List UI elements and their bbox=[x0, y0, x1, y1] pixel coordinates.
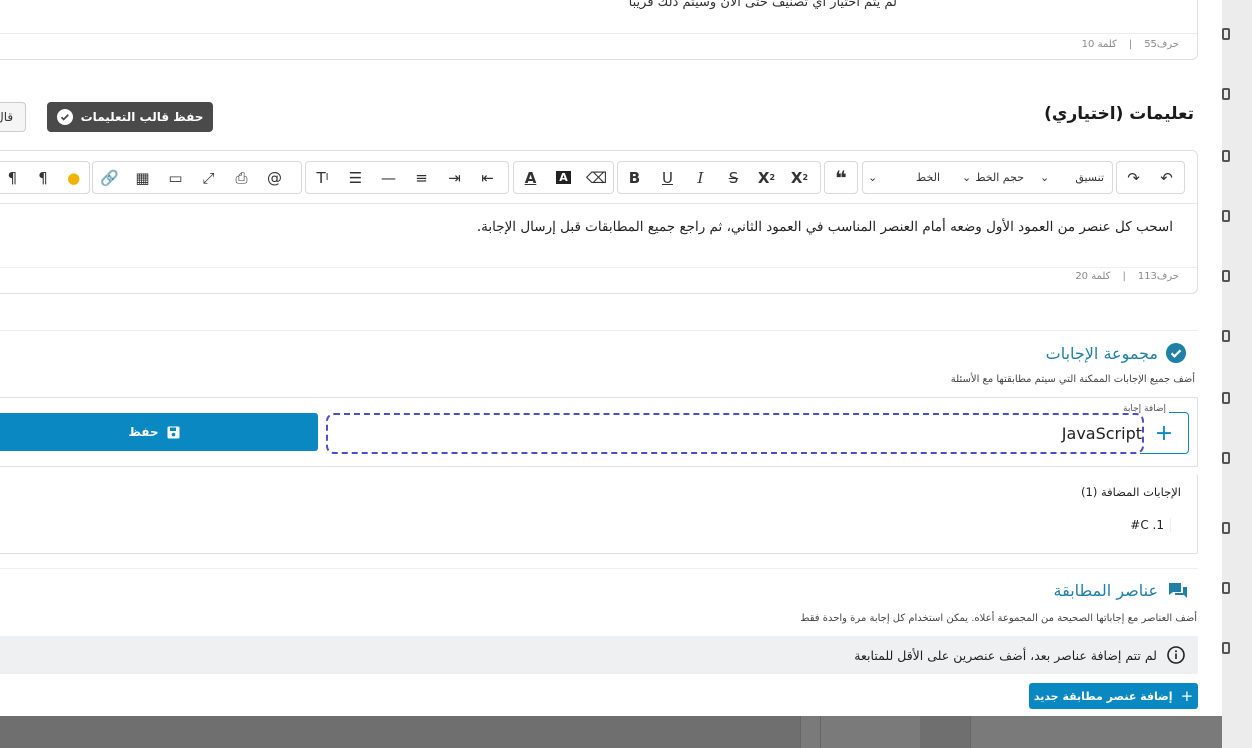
font-size-select-label: حجم الخط bbox=[975, 171, 1024, 184]
strikethrough-icon[interactable]: S bbox=[717, 162, 750, 193]
background-icon bbox=[1222, 270, 1230, 282]
font-select-label: الخط bbox=[916, 171, 940, 184]
background-icon bbox=[1222, 28, 1230, 40]
background-icon bbox=[1222, 88, 1230, 100]
save-template-label: حفظ قالب التعليمات bbox=[80, 110, 204, 124]
save-answer-label: حفظ bbox=[128, 425, 159, 439]
emoji-icon[interactable]: ● bbox=[58, 162, 89, 193]
superscript-icon[interactable]: X2 bbox=[783, 162, 816, 193]
numbered-list-icon[interactable]: ☰ bbox=[339, 162, 372, 193]
add-matching-item-label: إضافة عنصر مطابقة جديد bbox=[1033, 689, 1173, 703]
background-icon bbox=[1222, 392, 1230, 404]
check-circle-icon bbox=[1166, 343, 1186, 363]
save-answer-button[interactable]: حفظ bbox=[0, 413, 318, 451]
save-icon bbox=[167, 426, 180, 439]
add-matching-item-button[interactable]: + إضافة عنصر مطابقة جديد bbox=[1029, 683, 1198, 709]
format-selects: تنسيق ⌄ حجم الخط ⌄ الخط ⌄ bbox=[862, 161, 1113, 194]
background-color-icon[interactable]: A bbox=[547, 162, 580, 193]
instructions-body[interactable]: اسحب كل عنصر من العمود الأول وضعه أمام ا… bbox=[477, 219, 1173, 235]
direction-group: ¶ ¶ ● bbox=[0, 161, 90, 194]
background-icon bbox=[1222, 330, 1230, 342]
font-color-icon[interactable]: A bbox=[514, 162, 547, 193]
top-editor-text: لم يتم اختيار أي تصنيف حتى الآن وسيتم ذل… bbox=[628, 0, 897, 10]
bold-icon[interactable]: B bbox=[618, 162, 651, 193]
info-icon bbox=[1167, 646, 1185, 664]
insert-group: 🔗 ▦ ▭ ⤢ ⎙ @ bbox=[92, 161, 302, 194]
word-count: كلمة 10 bbox=[1081, 39, 1117, 50]
answer-input[interactable]: JavaScript bbox=[326, 413, 1144, 454]
quote-group: ❝ bbox=[824, 161, 858, 194]
italic-icon[interactable]: I bbox=[684, 162, 717, 193]
chevron-down-icon: ⌄ bbox=[962, 171, 972, 184]
background-icon bbox=[1222, 150, 1230, 162]
background-icon bbox=[1222, 642, 1230, 654]
matching-header: عناصر المطابقة bbox=[1054, 581, 1188, 600]
color-group: A A ⌫ bbox=[513, 161, 614, 194]
template-icon[interactable]: ▭ bbox=[159, 162, 192, 193]
format-select-label: تنسيق bbox=[1075, 171, 1104, 184]
format-select[interactable]: تنسيق ⌄ bbox=[1040, 171, 1104, 184]
history-group: ↷ ↶ bbox=[1116, 161, 1185, 194]
blockquote-icon[interactable]: ❝ bbox=[825, 162, 857, 193]
answers-title: مجموعة الإجابات bbox=[1045, 343, 1158, 363]
modal-dialog: لم يتم اختيار أي تصنيف حتى الآن وسيتم ذل… bbox=[0, 0, 1222, 716]
rtl-icon[interactable]: ¶ bbox=[0, 162, 28, 193]
templates-label: قال bbox=[0, 110, 14, 124]
empty-matching-message: لم تتم إضافة عناصر بعد، أضف عنصرين على ا… bbox=[854, 647, 1157, 663]
matching-title: عناصر المطابقة bbox=[1053, 581, 1158, 600]
background-icon bbox=[1222, 210, 1230, 222]
added-answer-item[interactable]: 1. C# bbox=[1130, 518, 1171, 532]
background-table-strip bbox=[0, 716, 1222, 748]
empty-matching-alert: لم تتم إضافة عناصر بعد، أضف عنصرين على ا… bbox=[0, 636, 1198, 674]
table-icon[interactable]: ▦ bbox=[126, 162, 159, 193]
paragraph-group: TI ☰ — ≡ ⇥ ⇤ bbox=[305, 161, 509, 194]
print-icon[interactable]: ⎙ bbox=[225, 162, 258, 193]
added-answers-title: الإجابات المضافة (1) bbox=[1080, 485, 1181, 499]
indent-icon[interactable]: ⇥ bbox=[438, 162, 471, 193]
redo-icon[interactable]: ↷ bbox=[1117, 162, 1150, 193]
char-count: حرف55 bbox=[1144, 39, 1179, 50]
added-answers-panel: الإجابات المضافة (1) 1. C# bbox=[0, 474, 1198, 554]
fullscreen-icon[interactable]: ⤢ bbox=[192, 162, 225, 193]
chevron-down-icon: ⌄ bbox=[1040, 171, 1050, 184]
word-count: كلمة 20 bbox=[1075, 271, 1111, 282]
background-icon bbox=[1222, 452, 1230, 464]
instructions-title: تعليمات (اختياري) bbox=[1044, 104, 1194, 124]
text-style-group: B U I S X2 X2 bbox=[617, 161, 821, 194]
background-panel-right bbox=[1222, 0, 1252, 748]
undo-icon[interactable]: ↶ bbox=[1150, 162, 1183, 193]
top-editor: لم يتم اختيار أي تصنيف حتى الآن وسيتم ذل… bbox=[0, 0, 1198, 60]
background-icon bbox=[1222, 522, 1230, 534]
answers-subtitle: أضف جميع الإجابات الممكنة التي سيتم مطاب… bbox=[950, 374, 1195, 385]
top-editor-counter: حرف55 | كلمة 10 bbox=[1082, 39, 1179, 50]
font-size-icon[interactable]: TI bbox=[306, 162, 339, 193]
counter-separator: | bbox=[1122, 271, 1126, 282]
plus-icon: + bbox=[1180, 687, 1194, 705]
char-count: حرف113 bbox=[1137, 271, 1179, 282]
save-template-button[interactable]: حفظ قالب التعليمات bbox=[47, 102, 213, 132]
check-circle-icon bbox=[56, 109, 73, 125]
add-answer-icon[interactable]: + bbox=[1140, 412, 1189, 454]
subscript-icon[interactable]: X2 bbox=[750, 162, 783, 193]
templates-button[interactable]: قال bbox=[0, 102, 26, 132]
align-icon[interactable]: ≡ bbox=[405, 162, 438, 193]
eraser-icon[interactable]: ⌫ bbox=[580, 162, 613, 193]
mention-icon[interactable]: @ bbox=[258, 162, 291, 193]
outdent-icon[interactable]: ⇤ bbox=[471, 162, 504, 193]
link-icon[interactable]: 🔗 bbox=[93, 162, 126, 193]
chevron-down-icon: ⌄ bbox=[868, 171, 878, 184]
chat-icon bbox=[1168, 582, 1188, 600]
font-select[interactable]: الخط ⌄ bbox=[868, 171, 940, 184]
font-size-select[interactable]: حجم الخط ⌄ bbox=[962, 171, 1024, 184]
underline-icon[interactable]: U bbox=[651, 162, 684, 193]
answers-header: مجموعة الإجابات bbox=[1046, 343, 1186, 363]
matching-subtitle: أضف العناصر مع إجاباتها الصحيحة من المجم… bbox=[800, 613, 1197, 624]
ltr-icon[interactable]: ¶ bbox=[28, 162, 59, 193]
background-icon bbox=[1222, 582, 1230, 594]
instructions-counter: حرف113 | كلمة 20 bbox=[1075, 271, 1179, 282]
counter-separator: | bbox=[1128, 39, 1133, 50]
horizontal-rule-icon[interactable]: — bbox=[372, 162, 405, 193]
